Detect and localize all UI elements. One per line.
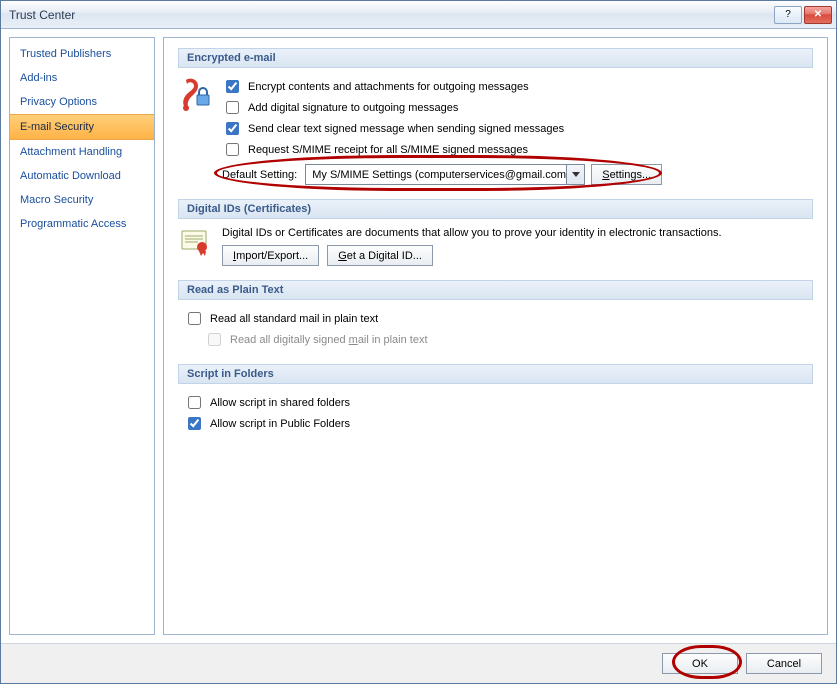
- ribbon-lock-icon: [178, 76, 212, 185]
- checkbox-allow-script-shared[interactable]: [188, 396, 201, 409]
- checkbox-send-clear-text[interactable]: [226, 122, 239, 135]
- opt-label: Encrypt contents and attachments for out…: [248, 81, 529, 93]
- sidebar-item-privacy-options[interactable]: Privacy Options: [10, 90, 154, 114]
- titlebar: Trust Center ? ✕: [1, 1, 836, 29]
- sidebar-item-label: E-mail Security: [20, 121, 94, 133]
- trust-center-dialog: Trust Center ? ✕ Trusted Publishers Add-…: [0, 0, 837, 684]
- checkbox-add-signature[interactable]: [226, 101, 239, 114]
- section-header-encrypted-email: Encrypted e-mail: [178, 48, 813, 68]
- sidebar-item-macro-security[interactable]: Macro Security: [10, 188, 154, 212]
- section-header-script-folders: Script in Folders: [178, 364, 813, 384]
- opt-add-signature[interactable]: Add digital signature to outgoing messag…: [222, 97, 813, 118]
- opt-label: Add digital signature to outgoing messag…: [248, 102, 458, 114]
- ok-button[interactable]: OK: [662, 653, 738, 674]
- help-button[interactable]: ?: [774, 6, 802, 24]
- settings-button[interactable]: Settings...: [591, 164, 662, 185]
- sidebar-item-programmatic-access[interactable]: Programmatic Access: [10, 212, 154, 236]
- sidebar-item-label: Add-ins: [20, 72, 57, 84]
- opt-label: Request S/MIME receipt for all S/MIME si…: [248, 144, 528, 156]
- import-export-button[interactable]: Import/Export...: [222, 245, 319, 266]
- dialog-footer: OK Cancel: [1, 643, 836, 683]
- body: Trusted Publishers Add-ins Privacy Optio…: [1, 29, 836, 643]
- digital-ids-fields: Digital IDs or Certificates are document…: [222, 227, 813, 266]
- section-script-folders: Allow script in shared folders Allow scr…: [178, 392, 813, 434]
- window-title: Trust Center: [9, 8, 772, 22]
- sidebar-item-label: Attachment Handling: [20, 146, 122, 158]
- opt-label: Read all standard mail in plain text: [210, 313, 378, 325]
- section-header-digital-ids: Digital IDs (Certificates): [178, 199, 813, 219]
- section-plain-text: Read all standard mail in plain text Rea…: [178, 308, 813, 350]
- sidebar-item-automatic-download[interactable]: Automatic Download: [10, 164, 154, 188]
- checkbox-read-standard-plain[interactable]: [188, 312, 201, 325]
- certificate-icon: [178, 227, 212, 266]
- sidebar-item-label: Automatic Download: [20, 170, 121, 182]
- sidebar-item-label: Programmatic Access: [20, 218, 126, 230]
- close-icon: ✕: [814, 9, 822, 20]
- opt-request-receipt[interactable]: Request S/MIME receipt for all S/MIME si…: [222, 139, 813, 160]
- help-icon: ?: [785, 9, 791, 20]
- default-setting-row: Default Setting: My S/MIME Settings (com…: [222, 164, 813, 185]
- section-header-plain-text: Read as Plain Text: [178, 280, 813, 300]
- get-digital-id-button[interactable]: Get a Digital ID...: [327, 245, 433, 266]
- dropdown-button[interactable]: [566, 165, 584, 184]
- close-button[interactable]: ✕: [804, 6, 832, 24]
- checkbox-allow-script-public[interactable]: [188, 417, 201, 430]
- sidebar: Trusted Publishers Add-ins Privacy Optio…: [9, 37, 155, 635]
- titlebar-controls: ? ✕: [772, 6, 832, 24]
- btn-label-rest: ettings...: [610, 169, 652, 181]
- opt-encrypt-contents[interactable]: Encrypt contents and attachments for out…: [222, 76, 813, 97]
- checkbox-encrypt-contents[interactable]: [226, 80, 239, 93]
- opt-label: Read all digitally signed mail in plain …: [230, 334, 428, 346]
- checkbox-request-receipt[interactable]: [226, 143, 239, 156]
- opt-allow-script-shared[interactable]: Allow script in shared folders: [184, 392, 813, 413]
- checkbox-read-signed-plain: [208, 333, 221, 346]
- opt-read-signed-plain: Read all digitally signed mail in plain …: [204, 329, 813, 350]
- sidebar-item-attachment-handling[interactable]: Attachment Handling: [10, 140, 154, 164]
- opt-label: Send clear text signed message when send…: [248, 123, 564, 135]
- opt-label: Allow script in shared folders: [210, 397, 350, 409]
- sidebar-item-label: Macro Security: [20, 194, 93, 206]
- encrypted-email-options: Encrypt contents and attachments for out…: [222, 76, 813, 185]
- content-panel: Encrypted e-mail Encrypt contents and at…: [163, 37, 828, 635]
- cancel-button[interactable]: Cancel: [746, 653, 822, 674]
- sidebar-item-label: Trusted Publishers: [20, 48, 111, 60]
- opt-label: Allow script in Public Folders: [210, 418, 350, 430]
- opt-read-standard-plain[interactable]: Read all standard mail in plain text: [184, 308, 813, 329]
- default-setting-value: My S/MIME Settings (computerservices@gma…: [306, 169, 566, 181]
- default-setting-label: Default Setting:: [222, 169, 297, 181]
- default-setting-dropdown[interactable]: My S/MIME Settings (computerservices@gma…: [305, 164, 585, 185]
- section-digital-ids: Digital IDs or Certificates are document…: [178, 227, 813, 266]
- sidebar-item-trusted-publishers[interactable]: Trusted Publishers: [10, 42, 154, 66]
- section-encrypted-email: Encrypt contents and attachments for out…: [178, 76, 813, 185]
- opt-send-clear-text[interactable]: Send clear text signed message when send…: [222, 118, 813, 139]
- sidebar-item-add-ins[interactable]: Add-ins: [10, 66, 154, 90]
- opt-allow-script-public[interactable]: Allow script in Public Folders: [184, 413, 813, 434]
- sidebar-item-email-security[interactable]: E-mail Security: [10, 114, 154, 140]
- digital-ids-description: Digital IDs or Certificates are document…: [222, 227, 813, 239]
- chevron-down-icon: [572, 172, 580, 177]
- sidebar-item-label: Privacy Options: [20, 96, 97, 108]
